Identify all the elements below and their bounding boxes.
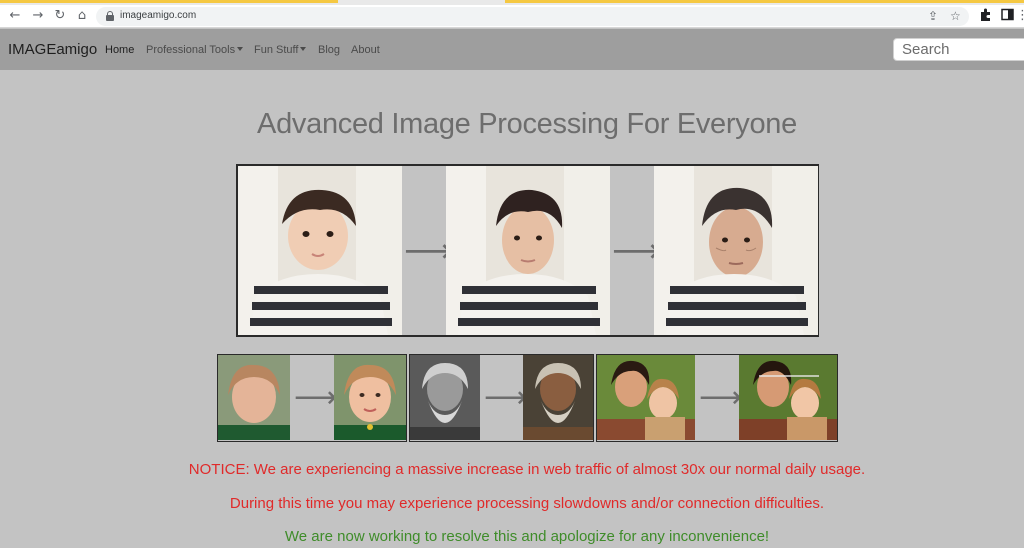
arrow-right-icon: ⟶: [699, 380, 743, 415]
elder-photo: [654, 166, 818, 335]
arrow-left-icon[interactable]: ←: [7, 8, 23, 24]
aging-example-banner: ⟶ ⟶: [236, 164, 819, 337]
tab-indicator: [505, 0, 1024, 3]
url-text: imageamigo.com: [120, 10, 197, 21]
teen-photo: [446, 166, 610, 335]
arrow-right-icon: ⟶: [484, 380, 528, 415]
family-after-photo: [739, 355, 837, 440]
nav-professional-tools[interactable]: Professional Tools: [146, 44, 244, 56]
nav-fun-stuff[interactable]: Fun Stuff: [254, 44, 307, 56]
nav-fun-stuff-label: Fun Stuff: [254, 44, 299, 56]
star-icon[interactable]: ☆: [950, 9, 961, 24]
nav-home[interactable]: Home: [105, 44, 134, 56]
page-title: Advanced Image Processing For Everyone: [257, 108, 797, 140]
kebab-menu-icon[interactable]: ⋮: [1016, 8, 1024, 24]
arrow-right-icon: ⟶: [294, 380, 338, 415]
colorize-example-man: ⟶: [409, 354, 594, 442]
nav-blog[interactable]: Blog: [318, 44, 340, 56]
girl-sharp-photo: [334, 355, 406, 440]
home-icon[interactable]: ⌂: [74, 8, 90, 24]
notice-traffic: NOTICE: We are experiencing a massive in…: [188, 461, 866, 478]
man-bw-photo: [410, 355, 480, 440]
family-before-photo: [597, 355, 695, 440]
enhance-example-girl: ⟶: [217, 354, 407, 442]
arrow-right-icon[interactable]: →: [30, 8, 46, 24]
site-brand[interactable]: IMAGEamigo: [8, 41, 97, 58]
nav-professional-tools-label: Professional Tools: [146, 44, 236, 56]
caret-down-icon: [237, 47, 244, 51]
share-icon[interactable]: ⇪: [928, 9, 938, 24]
nav-about[interactable]: About: [351, 44, 380, 56]
address-bar[interactable]: imageamigo.com ⇪ ☆: [96, 7, 969, 26]
puzzle-icon[interactable]: [978, 8, 994, 24]
tab-indicator: [0, 0, 338, 3]
lock-icon: [106, 11, 114, 21]
notice-apology: We are now working to resolve this and a…: [284, 528, 770, 545]
browser-toolbar: ← → ↻ ⌂ imageamigo.com ⇪ ☆ ⋮: [0, 5, 1024, 28]
sidepanel-icon[interactable]: [999, 8, 1015, 24]
reload-icon[interactable]: ↻: [52, 8, 68, 24]
man-color-photo: [523, 355, 593, 440]
notice-slowdowns: During this time you may experience proc…: [229, 495, 825, 512]
restore-example-family: ⟶: [596, 354, 838, 442]
girl-blurry-photo: [218, 355, 290, 440]
caret-down-icon: [300, 47, 307, 51]
site-navbar: IMAGEamigo Home Professional Tools Fun S…: [0, 29, 1024, 70]
search-input[interactable]: Search: [893, 38, 1024, 61]
child-photo: [238, 166, 402, 335]
